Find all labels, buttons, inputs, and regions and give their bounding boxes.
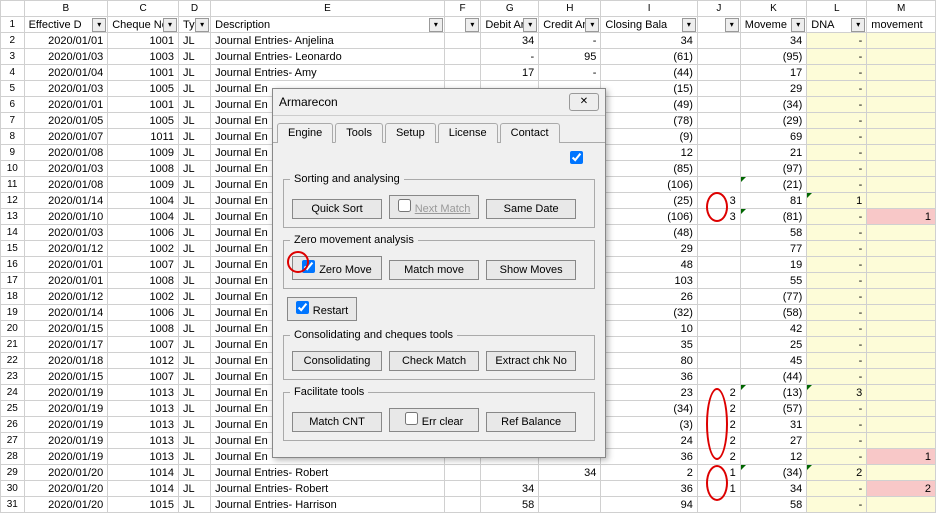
filter-icon[interactable]: ▾	[851, 18, 865, 32]
table-row[interactable]: 302020/01/201014JLJournal Entries- Rober…	[1, 481, 936, 497]
filter-icon[interactable]: ▾	[465, 18, 479, 32]
armarecon-dialog: Armarecon ✕ Engine Tools Setup License C…	[272, 88, 606, 458]
ref-balance-button[interactable]: Ref Balance	[486, 412, 576, 432]
show-moves-button[interactable]: Show Moves	[486, 260, 576, 280]
filter-icon[interactable]: ▾	[92, 18, 106, 32]
quick-sort-button[interactable]: Quick Sort	[292, 199, 382, 219]
tab-tools[interactable]: Tools	[335, 123, 383, 143]
group-facilitate: Facilitate tools Match CNT Err clear Ref…	[283, 386, 595, 441]
table-row[interactable]: 312020/01/201015JLJournal Entries- Harri…	[1, 497, 936, 513]
group-consolidating: Consolidating and cheques tools Consolid…	[283, 329, 595, 380]
column-letters-row: BC DE FG HI JK LM	[1, 1, 936, 17]
filter-icon[interactable]: ▾	[725, 18, 739, 32]
filter-icon[interactable]: ▾	[682, 18, 696, 32]
restart-button[interactable]: Restart	[287, 297, 357, 321]
filter-icon[interactable]: ▾	[791, 18, 805, 32]
filter-icon[interactable]: ▾	[429, 18, 443, 32]
extract-chk-button[interactable]: Extract chk No	[486, 351, 576, 371]
filter-icon[interactable]: ▾	[163, 18, 177, 32]
tab-engine[interactable]: Engine	[277, 123, 333, 143]
close-icon[interactable]: ✕	[569, 93, 599, 111]
zero-move-button[interactable]: Zero Move	[292, 256, 382, 280]
table-row[interactable]: 42020/01/041001JLJournal Entries- Amy17-…	[1, 65, 936, 81]
match-move-button[interactable]: Match move	[389, 260, 479, 280]
tab-license[interactable]: License	[438, 123, 498, 143]
dialog-title: Armarecon	[279, 95, 338, 109]
match-cnt-button[interactable]: Match CNT	[292, 412, 382, 432]
dialog-tabs: Engine Tools Setup License Contact	[273, 116, 605, 143]
next-match-button[interactable]: Next Match	[389, 195, 479, 219]
filter-icon[interactable]: ▾	[585, 18, 599, 32]
header-row: 1 Effective D▾ Cheque No▾ Ty▾ Descriptio…	[1, 17, 936, 33]
filter-icon[interactable]: ▾	[523, 18, 537, 32]
table-row[interactable]: 292020/01/201014JLJournal Entries- Rober…	[1, 465, 936, 481]
filter-icon[interactable]: ▾	[195, 18, 209, 32]
check-match-button[interactable]: Check Match	[389, 351, 479, 371]
group-zero-movement: Zero movement analysis Zero Move Match m…	[283, 234, 595, 289]
top-checkbox[interactable]	[570, 151, 583, 164]
err-clear-button[interactable]: Err clear	[389, 408, 479, 432]
consolidating-button[interactable]: Consolidating	[292, 351, 382, 371]
table-row[interactable]: 22020/01/011001JLJournal Entries- Anjeli…	[1, 33, 936, 49]
table-row[interactable]: 32020/01/031003JLJournal Entries- Leonar…	[1, 49, 936, 65]
same-date-button[interactable]: Same Date	[486, 199, 576, 219]
group-sorting: Sorting and analysing Quick Sort Next Ma…	[283, 173, 595, 228]
tab-contact[interactable]: Contact	[500, 123, 560, 143]
tab-setup[interactable]: Setup	[385, 123, 436, 143]
